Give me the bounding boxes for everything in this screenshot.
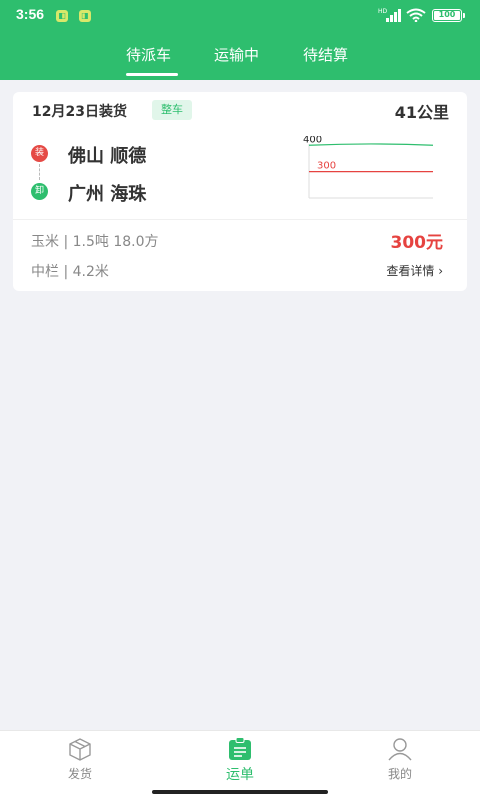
home-indicator [152,790,328,794]
chart-series-line [308,143,434,146]
order-card[interactable]: 12月23日装货 整车 41公里 装 卸 佛山 顺德 广州 海珠 400 300 … [13,92,467,291]
unload-tag-icon: 卸 [31,183,48,200]
view-details-label: 查看详情 [386,264,435,278]
chart-value-label: 300 [317,161,336,172]
tab-pending-dispatch[interactable]: 待派车 [126,44,171,65]
chevron-right-icon: › [438,264,443,278]
card-divider [13,219,467,220]
app-notification-icon: ◨ [79,10,91,22]
nav-profile[interactable]: 我的 [360,737,440,782]
tab-in-transit[interactable]: 运输中 [214,44,259,65]
nav-orders[interactable]: 运单 [200,737,280,784]
vehicle-info: 中栏 | 4.2米 [31,264,109,280]
cellular-signal-icon: HD [378,8,401,22]
user-icon [388,738,412,761]
chart-value-label: 400 [303,136,322,145]
nav-ship[interactable]: 发货 [40,737,120,782]
status-time: 3:56 [16,6,45,22]
battery-icon: 100 [432,8,465,22]
nav-profile-label: 我的 [387,767,412,781]
status-bar: 3:56 ◧ ◨ HD 100 [0,0,480,30]
app-header: 3:56 ◧ ◨ HD 100 待派车 运输中 待结算 [0,0,480,80]
goods-info: 玉米 | 1.5吨 18.0方 [31,234,159,250]
view-details-link[interactable]: 查看详情 › [386,262,443,279]
box-icon [69,738,91,761]
unload-city: 广州 海珠 [68,184,147,205]
clipboard-icon [229,737,251,760]
route-distance: 41公里 [394,103,449,122]
vehicle-type-badge: 整车 [152,100,192,120]
tab-pending-settlement[interactable]: 待结算 [303,44,348,65]
route-connector [39,164,40,180]
order-status-tabs: 待派车 运输中 待结算 [0,40,480,80]
load-tag-icon: 装 [31,145,48,162]
app-notification-icon: ◧ [56,10,68,22]
freight-price: 300元 [390,233,444,253]
nav-orders-label: 运单 [226,767,254,783]
active-tab-indicator [126,73,178,76]
nav-ship-label: 发货 [67,767,92,781]
battery-level: 100 [434,10,460,20]
price-chart: 400 300 [303,136,434,199]
loading-date: 12月23日装货 [32,104,127,120]
load-city: 佛山 顺德 [68,146,147,167]
wifi-icon [406,8,426,22]
